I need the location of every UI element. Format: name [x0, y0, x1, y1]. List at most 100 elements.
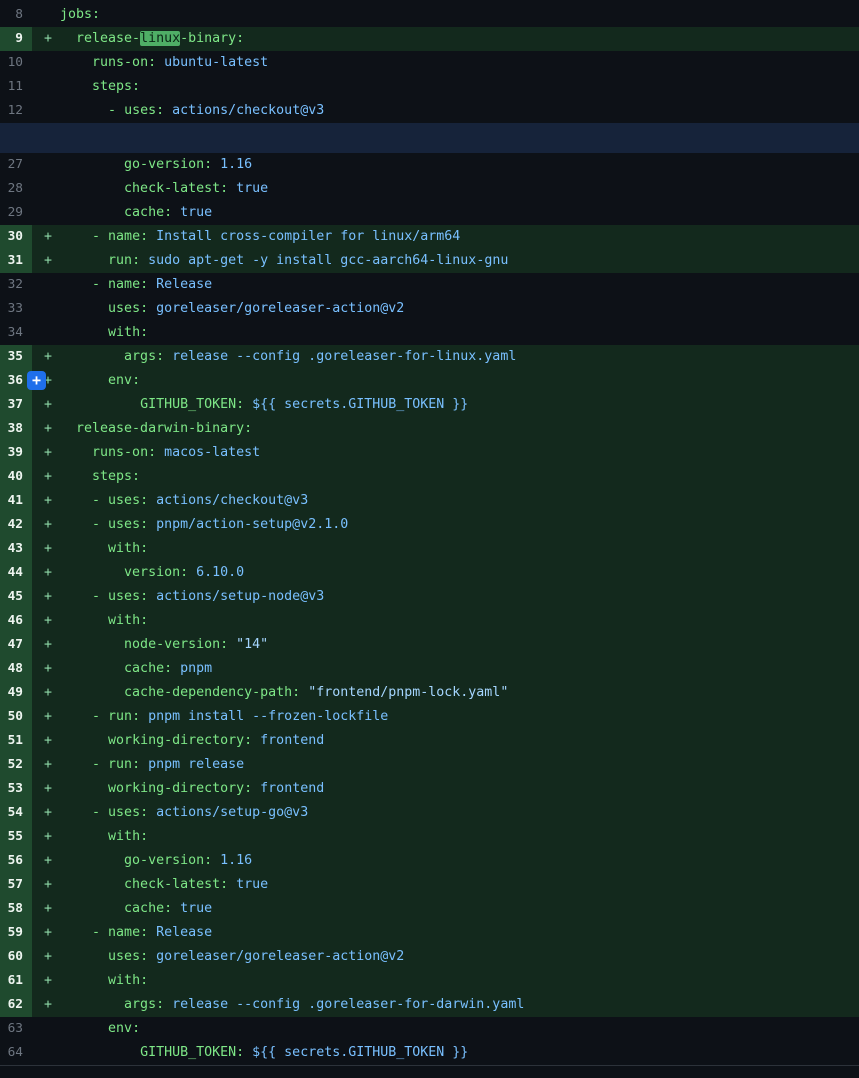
line-number[interactable]: 38: [0, 417, 32, 441]
yaml-value: actions/checkout@v3: [156, 493, 308, 508]
separator-space: [148, 277, 156, 292]
line-number[interactable]: 31: [0, 249, 32, 273]
code-content: uses: goreleaser/goreleaser-action@v2: [60, 297, 404, 321]
line-number[interactable]: 34: [0, 321, 32, 345]
code-content: - uses: actions/checkout@v3: [60, 489, 308, 513]
indent-whitespace: [60, 589, 92, 604]
diff-marker: [32, 273, 60, 297]
code-content: env:: [60, 369, 140, 393]
code-content: runs-on: macos-latest: [60, 441, 260, 465]
diff-line: 8 jobs:: [0, 3, 859, 27]
line-number[interactable]: 44: [0, 561, 32, 585]
yaml-key: release-: [76, 31, 140, 46]
line-number[interactable]: 64: [0, 1041, 32, 1065]
line-number[interactable]: 55: [0, 825, 32, 849]
indent-whitespace: [60, 541, 108, 556]
line-number[interactable]: 37: [0, 393, 32, 417]
line-number[interactable]: 11: [0, 75, 32, 99]
separator-space: [148, 493, 156, 508]
indent-whitespace: [60, 517, 92, 532]
diff-line: 63 env:: [0, 1017, 859, 1041]
line-number[interactable]: 45: [0, 585, 32, 609]
diff-marker: +: [32, 249, 60, 273]
line-number[interactable]: 30: [0, 225, 32, 249]
diff-line: 37+ GITHUB_TOKEN: ${{ secrets.GITHUB_TOK…: [0, 393, 859, 417]
collapsed-lines-expander[interactable]: [0, 123, 859, 153]
line-number[interactable]: 56: [0, 849, 32, 873]
line-number[interactable]: 57: [0, 873, 32, 897]
yaml-key: runs-on:: [92, 55, 156, 70]
line-number[interactable]: 43: [0, 537, 32, 561]
line-number[interactable]: 59: [0, 921, 32, 945]
yaml-key: run:: [108, 709, 140, 724]
add-comment-button[interactable]: +: [27, 371, 46, 390]
indent-whitespace: [60, 565, 124, 580]
diff-line: 28 check-latest: true: [0, 177, 859, 201]
line-number[interactable]: 9: [0, 27, 32, 51]
yaml-value: true: [180, 901, 212, 916]
code-content: runs-on: ubuntu-latest: [60, 51, 268, 75]
line-number[interactable]: 50: [0, 705, 32, 729]
line-number[interactable]: 49: [0, 681, 32, 705]
line-number[interactable]: 48: [0, 657, 32, 681]
line-number[interactable]: 62: [0, 993, 32, 1017]
code-content: with:: [60, 537, 148, 561]
yaml-sequence-dash: -: [92, 589, 108, 604]
line-number[interactable]: 52: [0, 753, 32, 777]
line-number[interactable]: 54: [0, 801, 32, 825]
code-content: - name: Release: [60, 921, 212, 945]
separator-space: [148, 949, 156, 964]
line-number[interactable]: 42: [0, 513, 32, 537]
diff-line: 50+ - run: pnpm install --frozen-lockfil…: [0, 705, 859, 729]
diff-line: 40+ steps:: [0, 465, 859, 489]
indent-whitespace: [60, 205, 124, 220]
diff-marker: [32, 1017, 60, 1041]
line-number[interactable]: 63: [0, 1017, 32, 1041]
line-number[interactable]: 28: [0, 177, 32, 201]
diff-line: 39+ runs-on: macos-latest: [0, 441, 859, 465]
yaml-key: steps:: [92, 469, 140, 484]
line-number[interactable]: 8: [0, 3, 32, 27]
line-number[interactable]: 51: [0, 729, 32, 753]
line-number[interactable]: 40: [0, 465, 32, 489]
line-number[interactable]: 39: [0, 441, 32, 465]
yaml-key: args:: [124, 997, 164, 1012]
separator-space: [244, 397, 252, 412]
yaml-value: ${{ secrets.GITHUB_TOKEN }}: [252, 397, 468, 412]
yaml-key: version:: [124, 565, 188, 580]
indent-whitespace: [60, 253, 108, 268]
yaml-value: Release: [156, 925, 212, 940]
separator-space: [156, 445, 164, 460]
diff-marker: [32, 3, 60, 27]
code-content: with:: [60, 321, 148, 345]
line-number[interactable]: 60: [0, 945, 32, 969]
line-number[interactable]: 35: [0, 345, 32, 369]
yaml-key: working-directory:: [108, 781, 252, 796]
diff-marker: [32, 1041, 60, 1065]
diff-marker: +: [32, 489, 60, 513]
line-number[interactable]: 58: [0, 897, 32, 921]
line-number[interactable]: 29: [0, 201, 32, 225]
code-content: cache: true: [60, 897, 212, 921]
line-number[interactable]: 41: [0, 489, 32, 513]
line-number[interactable]: 47: [0, 633, 32, 657]
line-number[interactable]: 10: [0, 51, 32, 75]
line-number[interactable]: 33: [0, 297, 32, 321]
indent-whitespace: [60, 445, 92, 460]
yaml-key: cache:: [124, 661, 172, 676]
line-number[interactable]: 12: [0, 99, 32, 123]
line-number[interactable]: 27: [0, 153, 32, 177]
line-number[interactable]: 46: [0, 609, 32, 633]
yaml-key: cache:: [124, 205, 172, 220]
yaml-value: true: [236, 181, 268, 196]
yaml-key: run:: [108, 757, 140, 772]
code-content: jobs:: [60, 3, 100, 27]
diff-marker: +: [32, 705, 60, 729]
code-content: steps:: [60, 465, 140, 489]
line-number[interactable]: 32: [0, 273, 32, 297]
yaml-key: with:: [108, 829, 148, 844]
line-number[interactable]: 53: [0, 777, 32, 801]
yaml-value: goreleaser/goreleaser-action@v2: [156, 301, 404, 316]
line-number[interactable]: 61: [0, 969, 32, 993]
diff-line: 44+ version: 6.10.0: [0, 561, 859, 585]
